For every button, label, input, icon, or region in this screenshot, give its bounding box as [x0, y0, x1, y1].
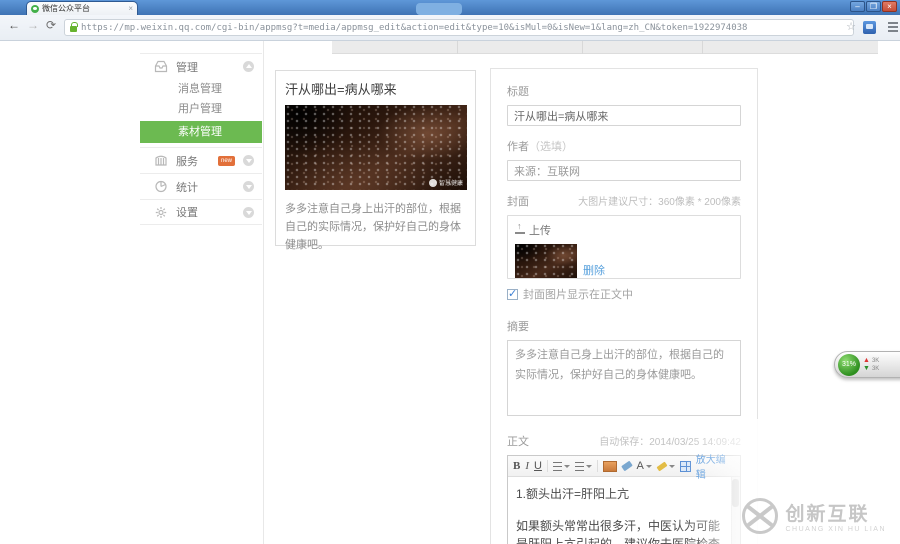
floating-monitor-widget[interactable]: 31% ▲3K ▼3K [834, 351, 900, 378]
browser-toolbar: ← → ⟳ https://mp.weixin.qq.com/cgi-bin/a… [0, 15, 900, 41]
font-color-button[interactable]: A [637, 460, 652, 472]
browser-titlebar: 微信公众平台 × – ❐ × [0, 0, 900, 15]
sidebar-item-label: 设置 [176, 204, 235, 220]
sidebar-item-user-manage[interactable]: 用户管理 [140, 99, 262, 119]
sidebar-divider [263, 41, 264, 544]
article-preview-card[interactable]: 汗从哪出=病从哪来 智慧健康 多多注意自己身上出汗的部位，根据自己的实际情况，保… [275, 70, 476, 246]
italic-button[interactable]: I [525, 460, 529, 472]
browser-menu-icon[interactable] [888, 22, 898, 34]
sidebar-item-service[interactable]: 服务 new [140, 147, 262, 173]
show-cover-label: 封面图片显示在正文中 [523, 286, 633, 302]
extension-icon[interactable] [863, 21, 876, 34]
page-top-nav [332, 41, 878, 54]
highlighter-icon [656, 461, 667, 471]
font-color-icon: A [637, 460, 644, 472]
upload-icon [515, 225, 525, 234]
article-description: 多多注意自己身上出汗的部位，根据自己的实际情况，保护好自己的身体健康吧。 [285, 200, 466, 254]
cover-label: 封面 [507, 193, 529, 209]
author-input[interactable] [507, 160, 741, 181]
show-cover-checkbox[interactable] [507, 289, 518, 300]
down-arrow-icon: ▼ [863, 365, 870, 372]
insert-image-button[interactable] [603, 461, 617, 472]
summary-textarea[interactable] [507, 340, 741, 416]
browser-window: 微信公众平台 × – ❐ × ← → ⟳ https://mp.weixin.q… [0, 0, 900, 544]
expand-arrow-icon[interactable] [243, 207, 254, 218]
sidebar: 管理 消息管理 用户管理 素材管理 服务 new 统计 [140, 53, 262, 225]
cover-size-hint: 大图片建议尺寸：360像素 * 200像素 [578, 193, 741, 208]
sidebar-item-manage[interactable]: 管理 [140, 53, 262, 79]
article-cover-image: 智慧健康 [285, 105, 467, 190]
underline-button[interactable]: U [534, 460, 542, 472]
collapse-arrow-icon[interactable] [243, 61, 254, 72]
wechat-favicon-icon [31, 5, 39, 13]
store-icon [154, 154, 168, 167]
https-lock-icon [70, 26, 77, 32]
url-text[interactable]: https://mp.weixin.qq.com/cgi-bin/appmsg?… [81, 23, 747, 33]
sidebar-item-label: 服务 [176, 153, 210, 169]
restore-button[interactable]: ❐ [866, 1, 881, 12]
ordered-list-icon [553, 462, 562, 471]
percent-ball: 31% [838, 354, 860, 376]
summary-label: 摘要 [507, 318, 741, 334]
upload-button[interactable]: 上传 [515, 222, 551, 238]
bold-button[interactable]: B [513, 460, 520, 472]
tab-title: 微信公众平台 [42, 3, 125, 14]
browser-tab[interactable]: 微信公众平台 × [26, 1, 138, 15]
ordered-list-button[interactable] [553, 462, 570, 471]
cover-thumbnail[interactable] [515, 244, 577, 278]
watermark-en: CHUANG XIN HU LIAN [785, 526, 886, 533]
cover-upload-box: 上传 删除 [507, 215, 741, 279]
sidebar-item-material-manage[interactable]: 素材管理 [140, 121, 262, 143]
title-input[interactable] [507, 105, 741, 126]
watermark-cn: 创新互联 [785, 499, 886, 526]
sidebar-item-label: 统计 [176, 179, 235, 195]
delete-cover-link[interactable]: 删除 [583, 262, 605, 278]
unordered-list-button[interactable] [575, 462, 592, 471]
tab-close-icon[interactable]: × [128, 5, 133, 13]
clear-format-button[interactable] [621, 461, 632, 472]
background-tab[interactable] [416, 3, 462, 15]
author-label: 作者（选填） [507, 138, 741, 154]
sidebar-item-stats[interactable]: 统计 [140, 173, 262, 199]
expand-arrow-icon[interactable] [243, 181, 254, 192]
title-label: 标题 [507, 83, 741, 99]
watermark-logo-icon [429, 179, 437, 187]
gear-icon [154, 206, 168, 219]
cx-logo-icon [742, 498, 778, 534]
sidebar-item-settings[interactable]: 设置 [140, 199, 262, 225]
close-button[interactable]: × [882, 1, 897, 12]
highlight-button[interactable] [657, 464, 675, 469]
reload-icon[interactable]: ⟳ [46, 18, 56, 32]
pie-chart-icon [154, 180, 168, 193]
article-title: 汗从哪出=病从哪来 [285, 79, 466, 98]
expand-arrow-icon[interactable] [243, 155, 254, 166]
image-watermark: 智慧健康 [429, 178, 463, 187]
unordered-list-icon [575, 462, 584, 471]
back-icon[interactable]: ← [8, 18, 20, 32]
site-watermark: 创新互联 CHUANG XIN HU LIAN [742, 498, 886, 534]
forward-icon[interactable]: → [27, 18, 39, 32]
inbox-icon [154, 60, 168, 73]
address-bar[interactable]: https://mp.weixin.qq.com/cgi-bin/appmsg?… [64, 19, 854, 36]
sidebar-item-label: 管理 [176, 59, 235, 75]
up-arrow-icon: ▲ [863, 357, 870, 364]
new-badge: new [218, 156, 235, 166]
sidebar-item-message-manage[interactable]: 消息管理 [140, 79, 262, 99]
minimize-button[interactable]: – [850, 1, 865, 12]
bookmark-star-icon[interactable]: ☆ [846, 20, 856, 33]
body-label: 正文 [507, 433, 529, 449]
